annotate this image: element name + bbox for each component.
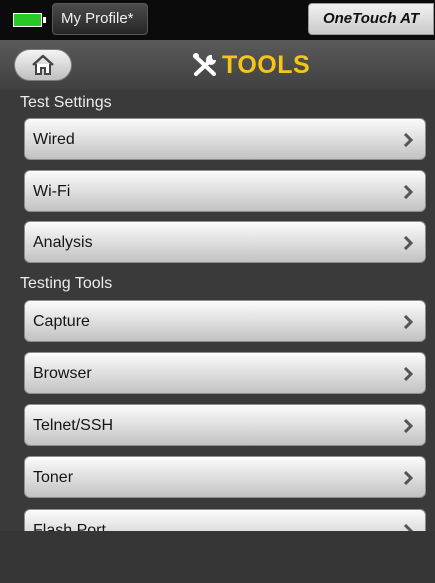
menu-item-analysis[interactable]: Analysis	[24, 221, 426, 263]
menu-item-label: Wired	[33, 131, 75, 148]
menu-item-label: Telnet/SSH	[33, 417, 114, 434]
home-icon	[32, 54, 54, 75]
section-header-test-settings: Test Settings	[20, 94, 112, 111]
chevron-right-icon	[403, 367, 413, 381]
chevron-right-icon	[403, 133, 413, 147]
chevron-right-icon	[403, 185, 413, 199]
menu-item-label: Wi-Fi	[33, 183, 71, 200]
menu-item-label: Analysis	[33, 234, 93, 251]
bottom-bar	[0, 531, 435, 583]
page-title: TOOLS	[222, 50, 311, 79]
menu-item-wi-fi[interactable]: Wi-Fi	[24, 170, 426, 212]
chevron-right-icon	[403, 471, 413, 485]
menu-item-label: Browser	[33, 365, 92, 382]
home-button[interactable]	[14, 49, 72, 81]
wrench-screwdriver-icon	[193, 53, 216, 76]
menu-item-telnet-ssh[interactable]: Telnet/SSH	[24, 404, 426, 446]
title-bar: TOOLS	[0, 40, 435, 90]
chevron-right-icon	[403, 236, 413, 250]
menu-item-browser[interactable]: Browser	[24, 352, 426, 394]
device-tab[interactable]: OneTouch AT	[308, 3, 434, 35]
menu-item-wired[interactable]: Wired	[24, 118, 426, 160]
menu-item-label: Toner	[33, 469, 74, 486]
chevron-right-icon	[403, 419, 413, 433]
section-header-testing-tools: Testing Tools	[20, 275, 113, 292]
menu-item-capture[interactable]: Capture	[24, 300, 426, 342]
profile-tab[interactable]: My Profile*	[52, 3, 148, 35]
menu-item-toner[interactable]: Toner	[24, 456, 426, 498]
menu-item-label: Capture	[33, 313, 90, 330]
status-bar: My Profile* OneTouch AT	[0, 0, 435, 40]
chevron-right-icon	[403, 315, 413, 329]
title-group: TOOLS	[190, 50, 310, 80]
battery-icon	[13, 13, 46, 27]
